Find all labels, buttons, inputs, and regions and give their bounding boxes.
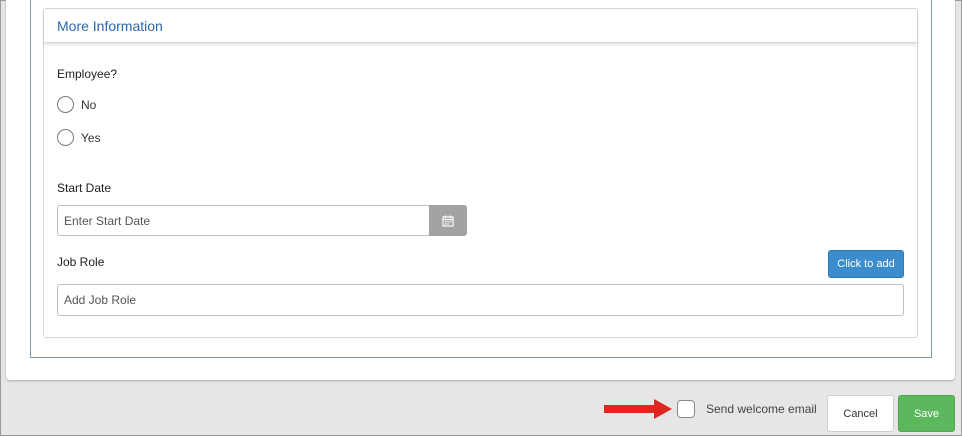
modal-body: More Information Employee? No Yes Start …	[6, 0, 955, 380]
save-button[interactable]: Save	[898, 395, 955, 432]
section-header[interactable]: More Information	[44, 9, 917, 43]
send-welcome-email-label: Send welcome email	[706, 402, 817, 416]
calendar-icon	[442, 215, 454, 227]
start-date-label: Start Date	[57, 181, 112, 195]
start-date-input[interactable]	[57, 205, 429, 236]
calendar-button[interactable]	[429, 205, 467, 236]
job-role-input[interactable]	[57, 284, 904, 316]
radio-yes-circle[interactable]	[57, 129, 74, 146]
job-role-label: Job Role	[57, 255, 105, 269]
more-information-section: More Information Employee? No Yes Start …	[43, 8, 918, 338]
cancel-button[interactable]: Cancel	[827, 395, 894, 432]
employee-radio-no[interactable]: No	[57, 96, 96, 113]
radio-yes-label: Yes	[81, 130, 101, 145]
radio-no-label: No	[81, 97, 97, 112]
red-arrow-icon	[604, 399, 672, 419]
employee-radio-yes[interactable]: Yes	[57, 129, 101, 146]
click-to-add-button[interactable]: Click to add	[828, 250, 904, 278]
employee-label: Employee?	[57, 67, 118, 81]
section-title: More Information	[57, 17, 163, 34]
outer-panel: More Information Employee? No Yes Start …	[30, 0, 932, 358]
radio-no-circle[interactable]	[57, 96, 74, 113]
send-welcome-email-checkbox[interactable]	[677, 400, 695, 418]
start-date-group	[57, 205, 467, 236]
